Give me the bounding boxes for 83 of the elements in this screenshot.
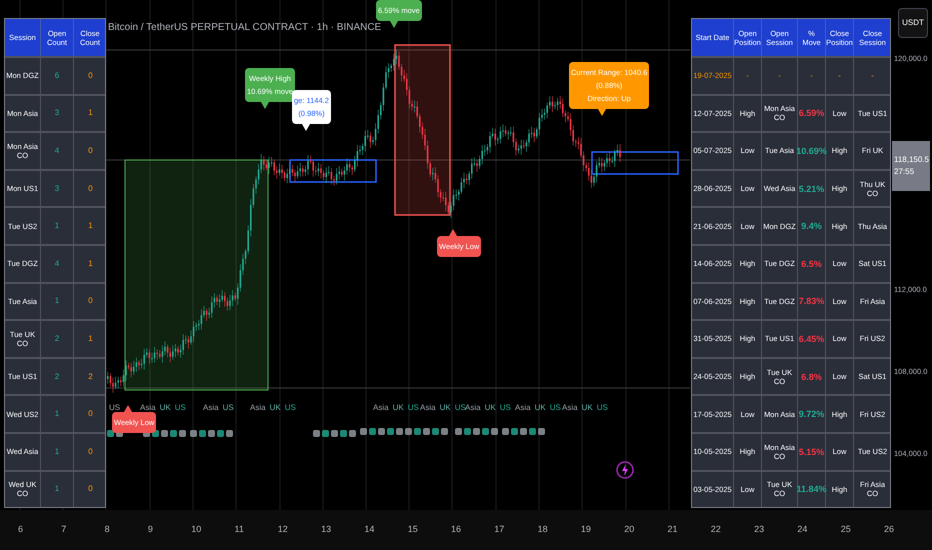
percent-move: 6.5% [801,258,822,269]
percent-move: 5.21% [798,184,824,194]
time-tick: 26 [884,523,894,536]
chart-title: Bitcoin / TetherUS PERPETUAL CONTRACT · 1h · BINANCE [108,21,382,35]
time-tick: 25 [840,523,851,536]
session-marker: Asia [562,402,578,414]
time-tick: 24 [797,523,808,536]
time-tick: 6 [18,523,24,536]
session-marker: US [408,402,419,414]
session-marker: Asia [203,402,219,414]
session-marker: US [174,402,186,414]
session-marker: UK [582,402,593,414]
session-marker: US [454,402,466,414]
percent-move: 7.83% [798,296,824,306]
percent-move: 6.8% [801,372,822,382]
percent-move: 6.45% [798,334,824,344]
session-marker: UK [484,402,496,414]
currency-button[interactable]: USDT [898,8,928,38]
time-tick: 8 [104,523,110,536]
table-cell: 2 [41,358,74,394]
table-cell: 1 [41,434,74,470]
session-marker: US [550,402,561,414]
table-cell-text: 0 [87,446,94,458]
current-price-tag: 118,150.5 27:55 [892,141,930,191]
session-marker: US [596,402,608,414]
table-cell-text: 1 [87,107,94,120]
time-tick: 23 [754,523,764,536]
table-cell-text: 0 [87,70,94,82]
table-cell: 1 [41,472,74,507]
time-tick: 21 [668,523,678,536]
table-cell: 4 [41,246,74,282]
time-tick: 9 [148,523,153,536]
table-cell-text: 1 [87,332,94,345]
percent-move: 9.72% [798,409,824,420]
session-marker: US [500,402,511,414]
time-tick: 16 [451,523,462,536]
table-cell: 3 [41,96,74,132]
time-tick: 13 [321,523,332,536]
table-cell: 1 [41,284,74,320]
time-tick: 12 [278,523,288,536]
session-marker: UK [270,402,281,414]
time-tick: 20 [624,523,634,536]
table-cell-text: 0 [87,483,94,496]
table-cell: 6 [41,58,74,94]
table-cell-text: 0 [87,295,94,308]
table-cell-text: 0 [87,144,94,157]
session-marker: Asia [373,402,389,414]
session-marker: US [222,402,234,414]
time-tick: 10 [191,523,202,536]
session-marker: UK [440,402,451,414]
session-marker: Asia [515,402,531,414]
session-marker: UK [534,402,546,414]
time-tick: 7 [61,523,66,536]
table-cell-text: 0 [87,182,94,195]
table-cell: 1 [41,396,74,432]
percent-move: 9.4% [801,221,822,232]
time-tick: 11 [234,523,244,536]
percent-move: 10.69% [796,146,827,156]
percent-move: 6.59% [798,108,824,118]
table-cell: 2 [41,321,74,357]
session-marker: Asia [465,402,481,414]
percent-move: 5.15% [798,446,824,457]
time-tick: 14 [364,523,374,536]
table-cell-text: 2 [87,370,94,383]
table-cell-text: 1 [87,220,94,232]
table-cell-text: 0 [87,408,94,420]
session-marker: UK [392,402,404,414]
time-tick: 17 [494,523,504,536]
time-tick: 22 [710,523,721,536]
session-marker: UK [160,402,171,414]
table-cell: 3 [41,170,74,206]
session-marker: Asia [140,402,156,414]
table-cell: 4 [41,133,74,169]
session-marker: Asia [250,402,266,414]
session-marker: US [284,402,296,414]
session-marker: Asia [420,402,436,414]
percent-move: 11.84% [796,484,827,494]
session-marker: US [109,402,120,414]
table-cell: 1 [41,208,74,244]
table-cell-text: 1 [87,258,94,270]
time-tick: 19 [580,523,591,536]
time-tick: 15 [408,523,418,536]
time-tick: 18 [538,523,548,536]
